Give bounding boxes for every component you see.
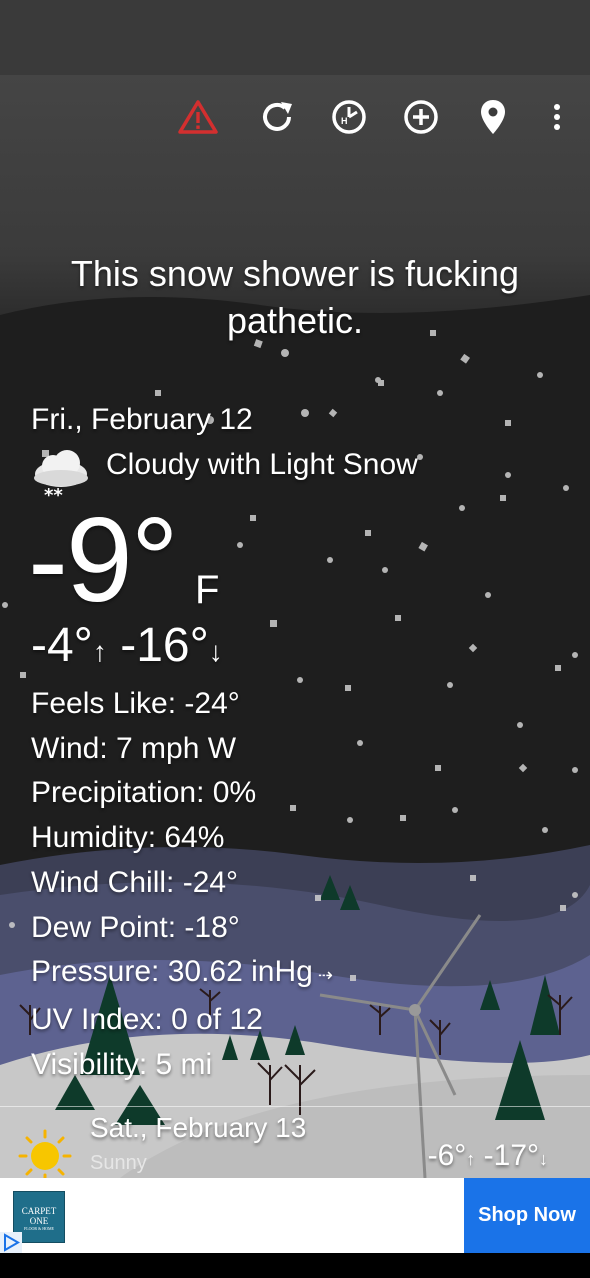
app-toolbar: H bbox=[0, 95, 590, 139]
current-date: Fri., February 12 bbox=[31, 403, 253, 436]
uv-index: UV Index: 0 of 12 bbox=[31, 1002, 263, 1036]
current-temperature: -9° bbox=[28, 493, 179, 627]
refresh-icon[interactable] bbox=[255, 95, 299, 139]
logo-line-2: ONE bbox=[29, 1216, 49, 1226]
precipitation: Precipitation: 0% bbox=[31, 776, 257, 810]
condition-label: Cloudy with Light Snow bbox=[106, 448, 418, 481]
ad-banner[interactable]: CARPET ONE FLOOR & HOME Shop Now bbox=[0, 1178, 590, 1253]
location-pin-icon[interactable] bbox=[471, 95, 515, 139]
up-arrow-icon: ↑ bbox=[92, 636, 107, 667]
forecast-low: -17° bbox=[483, 1139, 539, 1172]
visibility: Visibility: 5 mi bbox=[31, 1047, 213, 1081]
pressure-row: Pressure: 30.62 inHg ⇢ bbox=[31, 950, 333, 998]
logo-line-1: CARPET bbox=[21, 1206, 57, 1216]
forecast-date: Sat., February 13 bbox=[90, 1112, 307, 1143]
high-temp: -4° bbox=[31, 619, 93, 672]
low-temp: -16° bbox=[120, 619, 209, 672]
dew-point: Dew Point: -18° bbox=[31, 910, 240, 944]
hourly-icon[interactable]: H bbox=[327, 95, 371, 139]
weather-details-list: Feels Like: -24° Wind: 7 mph W Precipita… bbox=[31, 682, 333, 1087]
up-arrow-icon: ↑ bbox=[466, 1149, 476, 1169]
forecast-high: -6° bbox=[427, 1139, 467, 1172]
status-bar bbox=[0, 0, 590, 75]
navigation-bar bbox=[0, 1253, 590, 1278]
feels-like: Feels Like: -24° bbox=[31, 687, 240, 720]
arrow-right-icon: ⇢ bbox=[312, 965, 333, 986]
down-arrow-icon: ↓ bbox=[539, 1149, 548, 1169]
warning-icon[interactable] bbox=[176, 95, 220, 139]
wind-chill: Wind Chill: -24° bbox=[31, 865, 239, 899]
ad-choices-icon[interactable] bbox=[0, 1232, 22, 1253]
forecast-temps: -6°↑ -17°↓ bbox=[428, 1139, 548, 1173]
headline-text: This snow shower is fucking pathetic. bbox=[70, 253, 520, 341]
add-location-icon[interactable] bbox=[399, 95, 443, 139]
humidity: Humidity: 64% bbox=[31, 821, 225, 855]
forecast-row[interactable]: Sat., February 13 Sunny -6°↑ -17°↓ bbox=[0, 1107, 590, 1183]
forecast-condition: Sunny bbox=[90, 1152, 147, 1174]
wind: Wind: 7 mph W bbox=[31, 731, 237, 765]
more-icon[interactable] bbox=[535, 95, 579, 139]
shop-now-button[interactable]: Shop Now bbox=[464, 1178, 590, 1253]
down-arrow-icon: ↓ bbox=[208, 636, 223, 667]
temperature-unit: F bbox=[195, 568, 220, 612]
svg-text:H: H bbox=[341, 116, 348, 126]
pressure: Pressure: 30.62 inHg bbox=[31, 955, 313, 989]
high-low-temps: -4°↑ -16°↓ bbox=[31, 618, 223, 673]
